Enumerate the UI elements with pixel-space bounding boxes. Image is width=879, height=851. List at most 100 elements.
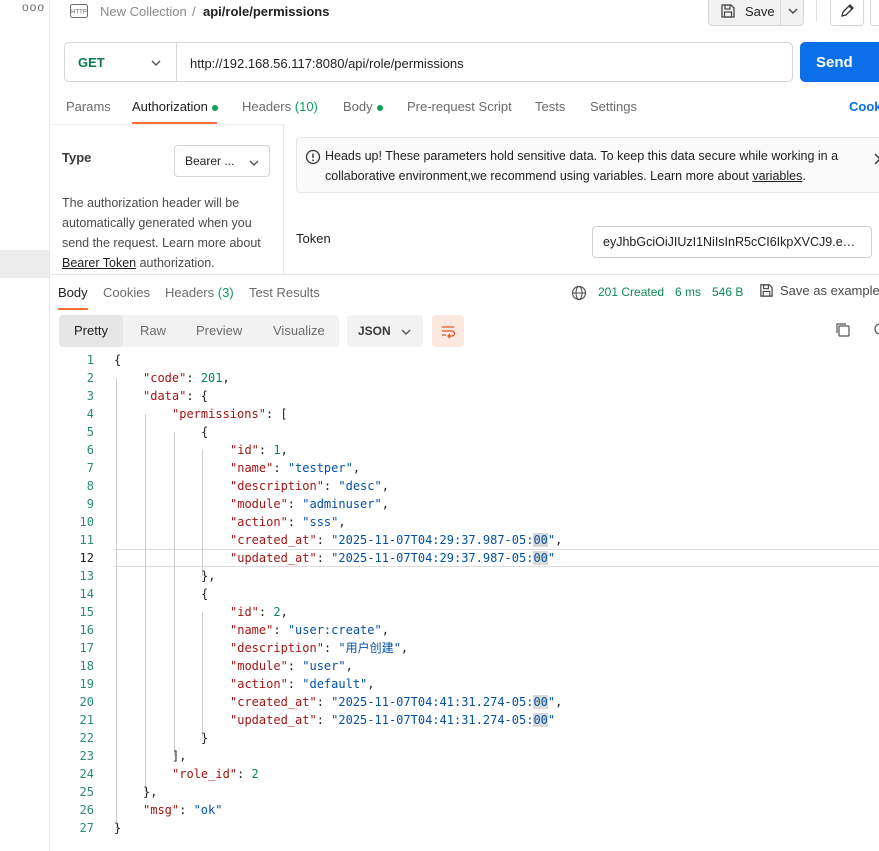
line-number: 11 — [79, 533, 94, 547]
code-text: "data": { — [143, 389, 209, 403]
tab-tests[interactable]: Tests — [535, 99, 565, 114]
code-line: 6 "id": 1, — [50, 441, 879, 459]
code-text: } — [114, 821, 122, 835]
variables-link[interactable]: variables — [752, 169, 802, 183]
tab-settings[interactable]: Settings — [590, 99, 637, 114]
view-tab-preview[interactable]: Preview — [196, 323, 242, 338]
code-line: 10 "action": "sss", — [50, 513, 879, 531]
json-value: "user" — [302, 659, 346, 673]
left-sidebar-strip: ooo — [0, 0, 50, 851]
line-number: 9 — [86, 497, 94, 511]
response-tab-headers[interactable]: Headers (3) — [165, 285, 234, 300]
json-value-highlight: 00 — [533, 695, 548, 709]
cookies-link[interactable]: Cook — [849, 99, 879, 114]
response-size[interactable]: 546 B — [712, 285, 743, 299]
json-key: "role_id" — [172, 767, 238, 781]
code-line: 3 "data": { — [50, 387, 879, 405]
wrap-lines-icon — [442, 326, 456, 339]
json-key: "description" — [230, 479, 324, 493]
edit-button[interactable] — [830, 0, 864, 26]
code-line: 9 "module": "adminuser", — [50, 495, 879, 513]
http-request-icon: HTTP — [70, 4, 88, 18]
code-line: 26 "msg": "ok" — [50, 801, 879, 819]
response-tab-test-results[interactable]: Test Results — [249, 285, 320, 300]
line-number: 26 — [79, 803, 94, 817]
chevron-down-icon[interactable] — [787, 5, 799, 17]
token-label: Token — [296, 231, 331, 246]
auth-type-select[interactable]: Bearer ... — [174, 145, 270, 177]
response-status[interactable]: 201 Created — [598, 285, 664, 299]
documentation-button[interactable] — [870, 0, 879, 26]
json-key: "created_at" — [230, 695, 317, 709]
line-number: 15 — [79, 605, 94, 619]
bearer-token-link[interactable]: Bearer Token — [62, 256, 136, 270]
code-line: 13}, — [50, 567, 879, 585]
line-number: 19 — [79, 677, 94, 691]
breadcrumb-collection[interactable]: New Collection — [100, 4, 187, 19]
pencil-icon — [841, 4, 854, 17]
tab-body[interactable]: Body — [343, 99, 383, 114]
code-text: "action": "default", — [230, 677, 375, 691]
auth-type-panel: Type Bearer ... The authorization header… — [50, 124, 284, 274]
code-text: "updated_at": "2025-11-07T04:29:37.987-0… — [230, 551, 556, 565]
line-number: 18 — [79, 659, 94, 673]
tab-authorization[interactable]: Authorization — [132, 99, 218, 114]
wrap-lines-button[interactable] — [432, 315, 464, 347]
json-key: "module" — [230, 659, 288, 673]
method-value: GET — [78, 54, 105, 70]
request-title[interactable]: api/role/permissions — [203, 4, 329, 19]
code-text: "description": "用户创建", — [230, 641, 409, 655]
response-tab-cookies[interactable]: Cookies — [103, 285, 150, 300]
json-value: "sss" — [302, 515, 339, 529]
globe-icon[interactable] — [571, 285, 587, 301]
line-number: 7 — [86, 461, 94, 475]
line-number: 4 — [86, 407, 94, 421]
code-text: ], — [172, 749, 187, 763]
code-line: 18 "module": "user", — [50, 657, 879, 675]
view-tab-visualize[interactable]: Visualize — [273, 323, 325, 338]
auth-desc-suffix: authorization. — [136, 256, 215, 270]
status-dot — [376, 104, 383, 111]
json-value: "desc" — [338, 479, 382, 493]
save-button-divider — [780, 0, 781, 25]
token-input[interactable]: eyJhbGciOiJIUzI1NiIsInR5cCI6IkpXVCJ9.eyJ… — [592, 226, 872, 258]
code-line: 20 "created_at": "2025-11-07T04:41:31.274… — [50, 693, 879, 711]
json-value: "testper" — [287, 461, 353, 475]
method-select[interactable]: GET — [65, 43, 177, 81]
format-value: JSON — [358, 324, 391, 338]
auth-desc-text: The authorization header will be automat… — [62, 196, 261, 250]
json-key: "code" — [143, 371, 187, 385]
response-tab-body[interactable]: Body — [58, 285, 88, 300]
tab-pre-request-label: Pre-request Script — [407, 99, 512, 114]
chevron-right-icon[interactable] — [873, 152, 879, 166]
code-text: "msg": "ok" — [143, 803, 223, 817]
search-icon[interactable] — [873, 322, 879, 338]
tab-pre-request-script[interactable]: Pre-request Script — [407, 99, 512, 114]
tab-params[interactable]: Params — [66, 99, 111, 114]
format-select[interactable]: JSON — [347, 315, 423, 347]
view-tab-pretty[interactable]: Pretty — [74, 323, 108, 338]
line-number: 23 — [79, 749, 94, 763]
send-button[interactable]: Send — [800, 42, 879, 82]
more-options-icon[interactable]: ooo — [22, 0, 45, 14]
code-text: "permissions": [ — [172, 407, 288, 421]
notice-text: Heads up! These parameters hold sensitiv… — [325, 146, 865, 186]
line-number: 1 — [86, 353, 94, 367]
svg-text:HTTP: HTTP — [71, 10, 87, 16]
json-value-highlight: 00 — [533, 713, 548, 727]
save-button[interactable]: Save — [708, 0, 804, 26]
sidebar-selected-item[interactable] — [0, 250, 49, 278]
json-key: "action" — [230, 515, 288, 529]
copy-icon[interactable] — [835, 322, 851, 338]
line-number: 21 — [79, 713, 94, 727]
json-key: "msg" — [143, 803, 180, 817]
line-number: 16 — [79, 623, 94, 637]
response-time[interactable]: 6 ms — [675, 285, 701, 299]
url-input[interactable]: http://192.168.56.117:8080/api/role/perm… — [190, 56, 464, 71]
save-as-example-button[interactable]: Save as example — [759, 283, 879, 298]
view-tab-raw[interactable]: Raw — [140, 323, 166, 338]
json-value: 1 — [273, 443, 281, 457]
tab-headers[interactable]: Headers (10) — [242, 99, 318, 114]
tab-authorization-label: Authorization — [132, 99, 208, 114]
code-text: "name": "testper", — [230, 461, 361, 475]
